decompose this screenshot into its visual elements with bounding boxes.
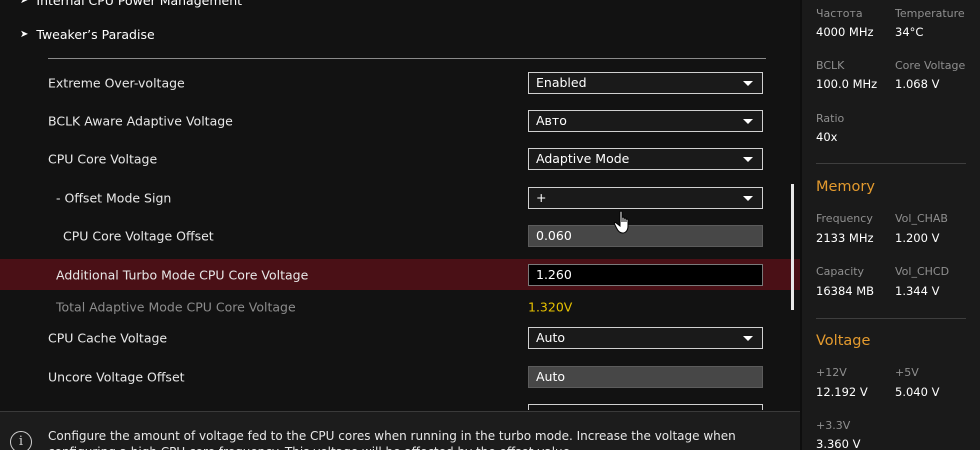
additional-turbo-mode-voltage-input[interactable]: 1.260: [528, 263, 763, 286]
cpu-core-voltage-offset-input[interactable]: 0.060: [528, 224, 763, 247]
nav-item-label: Internal CPU Power Management: [36, 0, 243, 8]
setting-label: BCLK Aware Adaptive Voltage: [48, 113, 233, 128]
core-voltage-value: 1.068 V: [895, 77, 940, 91]
input-value: 1.260: [536, 266, 572, 282]
vol-chcd-value: 1.344 V: [895, 284, 940, 298]
help-bar: i Configure the amount of voltage fed to…: [0, 411, 800, 450]
section-divider: [816, 163, 966, 164]
setting-label: CPU Core Voltage: [48, 151, 158, 166]
v5-label: +5V: [895, 366, 919, 379]
caret-down-icon: [743, 195, 753, 201]
setting-row-cpu-core-voltage-offset: CPU Core Voltage Offset 0.060: [0, 220, 800, 251]
select-value: +: [536, 189, 547, 205]
caret-down-icon: [743, 335, 753, 341]
nav-tweakers-paradise[interactable]: ➤ Tweaker’s Paradise: [20, 27, 155, 42]
setting-row-cpu-cache-voltage: CPU Cache Voltage Auto: [0, 322, 800, 353]
ratio-value: 40x: [816, 130, 838, 144]
vol-chcd-label: Vol_CHCD: [895, 265, 950, 278]
info-icon: i: [10, 431, 32, 450]
setting-row-bclk-aware-adaptive-voltage: BCLK Aware Adaptive Voltage Авто: [0, 105, 800, 136]
setting-row-uncore-voltage-offset: Uncore Voltage Offset Auto: [0, 361, 800, 392]
setting-label: Total Adaptive Mode CPU Core Voltage: [56, 299, 296, 314]
select-value: Авто: [536, 112, 567, 128]
setting-row-cpu-core-voltage: CPU Core Voltage Adaptive Mode: [0, 143, 800, 174]
setting-row-additional-turbo-mode-cpu-core-voltage: Additional Turbo Mode CPU Core Voltage 1…: [0, 259, 800, 290]
setting-row-extreme-over-voltage: Extreme Over-voltage Enabled: [0, 67, 800, 98]
hardware-monitor-panel: Частота Temperature 4000 MHz 34°C BCLK C…: [802, 0, 980, 450]
cpu-temperature-value: 34°C: [895, 25, 924, 39]
memory-section-title: Memory: [816, 179, 875, 195]
setting-row-offset-mode-sign: - Offset Mode Sign +: [0, 182, 800, 213]
select-value: Auto: [536, 329, 566, 345]
vol-chab-value: 1.200 V: [895, 231, 940, 245]
select-value: Adaptive Mode: [536, 150, 630, 166]
vol-chab-label: Vol_CHAB: [895, 212, 948, 225]
voltage-section-title: Voltage: [816, 333, 871, 349]
caret-down-icon: [743, 80, 753, 86]
cpu-frequency-label: Частота: [816, 7, 863, 20]
memory-frequency-label: Frequency: [816, 212, 873, 225]
partial-select-next-row[interactable]: [528, 404, 763, 410]
core-voltage-label: Core Voltage: [895, 59, 966, 72]
help-text: Configure the amount of voltage fed to t…: [48, 429, 736, 450]
section-divider: [816, 318, 966, 319]
ratio-label: Ratio: [816, 112, 845, 125]
v33-label: +3.3V: [816, 419, 851, 432]
caret-down-icon: [743, 156, 753, 162]
scrollbar-thumb[interactable]: [791, 184, 794, 310]
v5-value: 5.040 V: [895, 385, 940, 399]
chevron-right-icon: ➤: [20, 0, 29, 6]
memory-capacity-value: 16384 MB: [816, 284, 875, 298]
v12-label: +12V: [816, 366, 847, 379]
setting-label: - Offset Mode Sign: [56, 190, 172, 205]
setting-label: CPU Core Voltage Offset: [63, 228, 214, 243]
uncore-voltage-offset-input[interactable]: Auto: [528, 365, 763, 388]
setting-label: Additional Turbo Mode CPU Core Voltage: [56, 267, 309, 282]
caret-down-icon: [743, 118, 753, 124]
setting-label: Uncore Voltage Offset: [48, 369, 185, 384]
hand-cursor-icon: [613, 210, 629, 234]
chevron-right-icon: ➤: [20, 29, 29, 40]
cpu-frequency-value: 4000 MHz: [816, 25, 874, 39]
bclk-value: 100.0 MHz: [816, 77, 878, 91]
memory-frequency-value: 2133 MHz: [816, 231, 874, 245]
cpu-temperature-label: Temperature: [895, 7, 965, 20]
bclk-aware-adaptive-voltage-select[interactable]: Авто: [528, 109, 763, 132]
cpu-core-voltage-select[interactable]: Adaptive Mode: [528, 147, 763, 170]
v33-value: 3.360 V: [816, 437, 861, 450]
total-voltage-readout: 1.320V: [528, 299, 573, 314]
section-divider: [48, 58, 766, 59]
offset-mode-sign-select[interactable]: +: [528, 186, 763, 209]
bclk-label: BCLK: [816, 59, 845, 72]
cpu-cache-voltage-select[interactable]: Auto: [528, 326, 763, 349]
input-value: 0.060: [536, 227, 572, 243]
nav-internal-cpu-power-management[interactable]: ➤ Internal CPU Power Management: [20, 0, 242, 8]
input-value: Auto: [536, 368, 566, 384]
nav-item-label: Tweaker’s Paradise: [36, 27, 155, 42]
memory-capacity-label: Capacity: [816, 265, 865, 278]
extreme-over-voltage-select[interactable]: Enabled: [528, 71, 763, 94]
setting-label: Extreme Over-voltage: [48, 75, 185, 90]
main-panel: ➤ Internal CPU Power Management ➤ Tweake…: [0, 0, 800, 450]
setting-row-total-adaptive-mode-cpu-core-voltage: Total Adaptive Mode CPU Core Voltage 1.3…: [0, 291, 800, 322]
setting-label: CPU Cache Voltage: [48, 330, 168, 345]
v12-value: 12.192 V: [816, 385, 868, 399]
select-value: Enabled: [536, 74, 587, 90]
